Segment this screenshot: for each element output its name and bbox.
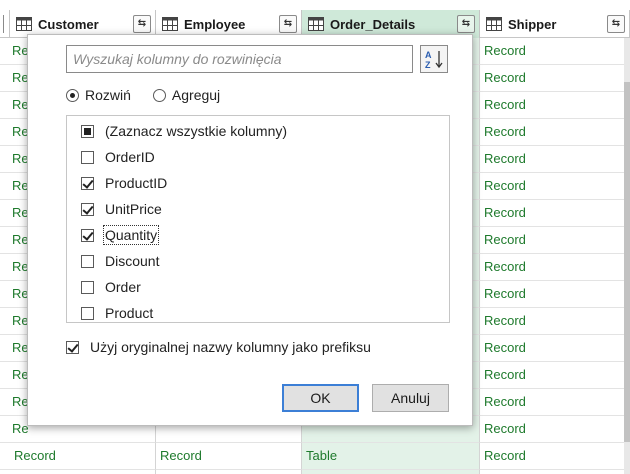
column-checklist: (Zaznacz wszystkie kolumny) OrderID Produc…	[66, 115, 450, 323]
table-cell[interactable]: Record	[480, 389, 630, 416]
table-icon	[486, 17, 502, 31]
table-cell[interactable]: Record	[480, 92, 630, 119]
table-cell[interactable]: Table	[302, 443, 480, 470]
table-cell[interactable]: Record	[480, 38, 630, 65]
table-cell[interactable]: Record	[480, 146, 630, 173]
mode-radio-group: Rozwiń Agreguj	[66, 87, 242, 103]
column-option-product[interactable]: Product	[81, 302, 153, 324]
column-option-unitprice[interactable]: UnitPrice	[81, 198, 162, 220]
column-option-label: Discount	[105, 253, 160, 269]
svg-text:Z: Z	[425, 60, 431, 70]
scrollbar-thumb[interactable]	[624, 82, 630, 442]
column-option-checkbox[interactable]	[81, 228, 94, 242]
radio-aggregate-label: Agreguj	[171, 87, 221, 103]
radio-expand-label: Rozwiń	[85, 87, 131, 103]
ok-button[interactable]: OK	[282, 384, 359, 412]
column-option-label: (Zaznacz wszystkie kolumny)	[105, 123, 288, 139]
column-option-checkbox[interactable]	[81, 280, 94, 294]
table-cell[interactable]: Record	[480, 308, 630, 335]
column-option-label: ProductID	[105, 175, 168, 191]
column-option-order[interactable]: Order	[81, 276, 141, 298]
column-option-label: Quantity	[102, 225, 160, 245]
table-cell[interactable]: Table	[302, 470, 480, 474]
table-cell[interactable]: Record	[480, 173, 630, 200]
column-option-checkbox[interactable]	[81, 124, 94, 138]
column-header-shipper[interactable]: Shipper ⇆	[480, 10, 630, 38]
column-header-label: Order_Details	[330, 16, 416, 32]
column-option-checkbox[interactable]	[81, 150, 94, 164]
column-option-label: UnitPrice	[105, 201, 162, 217]
column-option-quantity[interactable]: Quantity	[81, 224, 160, 246]
column-option-checkbox[interactable]	[81, 176, 94, 190]
column-option-checkbox[interactable]	[81, 202, 94, 216]
table-icon	[16, 17, 32, 31]
svg-text:A: A	[425, 50, 432, 60]
expand-columns-dialog: A Z Rozwiń Agreguj (Zaznacz wszystkie ko…	[27, 34, 473, 426]
column-option-select-all[interactable]: (Zaznacz wszystkie kolumny)	[81, 120, 287, 142]
prefix-checkbox-row[interactable]: Użyj oryginalnej nazwy kolumny jako pref…	[66, 339, 371, 355]
search-input[interactable]	[66, 45, 413, 73]
sort-button[interactable]: A Z	[420, 45, 448, 73]
expand-column-icon[interactable]	[0, 15, 4, 33]
expand-column-icon[interactable]: ⇆	[607, 15, 625, 33]
column-option-orderid[interactable]: OrderID	[81, 146, 155, 168]
expand-column-icon[interactable]: ⇆	[133, 15, 151, 33]
table-cell[interactable]: Record	[480, 254, 630, 281]
column-header-label: Shipper	[508, 16, 557, 32]
vertical-scrollbar[interactable]	[624, 38, 630, 474]
radio-aggregate[interactable]: Agreguj	[152, 87, 221, 103]
column-header-partial[interactable]	[0, 10, 10, 38]
table-cell[interactable]: Record	[480, 335, 630, 362]
table-cell[interactable]: Record	[156, 470, 302, 474]
table-cell[interactable]: Record	[480, 200, 630, 227]
table-cell[interactable]: Record	[480, 227, 630, 254]
table-cell[interactable]: Record	[480, 362, 630, 389]
table-cell[interactable]: Record	[480, 443, 630, 470]
grid-top-strip	[0, 0, 630, 10]
table-icon	[162, 17, 178, 31]
table-cell[interactable]: Record	[480, 119, 630, 146]
column-option-checkbox[interactable]	[81, 306, 94, 320]
table-cell[interactable]: Record	[10, 443, 156, 470]
column-option-checkbox[interactable]	[81, 254, 94, 268]
table-cell[interactable]: Record	[480, 416, 630, 443]
radio-aggregate-dot[interactable]	[152, 88, 166, 102]
table-cell[interactable]: Record	[156, 443, 302, 470]
column-header-label: Customer	[38, 16, 99, 32]
column-header-label: Employee	[184, 16, 246, 32]
radio-expand[interactable]: Rozwiń	[66, 87, 131, 103]
sort-az-icon: A Z	[425, 50, 443, 70]
table-icon	[308, 17, 324, 31]
table-cell[interactable]: Record	[480, 281, 630, 308]
column-option-productid[interactable]: ProductID	[81, 172, 167, 194]
radio-expand-dot[interactable]	[66, 88, 79, 102]
table-cell[interactable]: Record	[480, 470, 630, 474]
expand-column-icon[interactable]: ⇆	[279, 15, 297, 33]
table-cell[interactable]: Record	[10, 470, 156, 474]
column-option-label: Product	[105, 305, 154, 321]
expand-column-icon[interactable]: ⇆	[457, 15, 475, 33]
column-option-discount[interactable]: Discount	[81, 250, 159, 272]
column-option-label: OrderID	[105, 149, 155, 165]
cancel-button[interactable]: Anuluj	[372, 384, 449, 412]
column-option-label: Order	[105, 279, 141, 295]
table-cell[interactable]: Record	[480, 65, 630, 92]
prefix-label: Użyj oryginalnej nazwy kolumny jako pref…	[90, 339, 371, 355]
prefix-checkbox[interactable]	[66, 340, 79, 354]
